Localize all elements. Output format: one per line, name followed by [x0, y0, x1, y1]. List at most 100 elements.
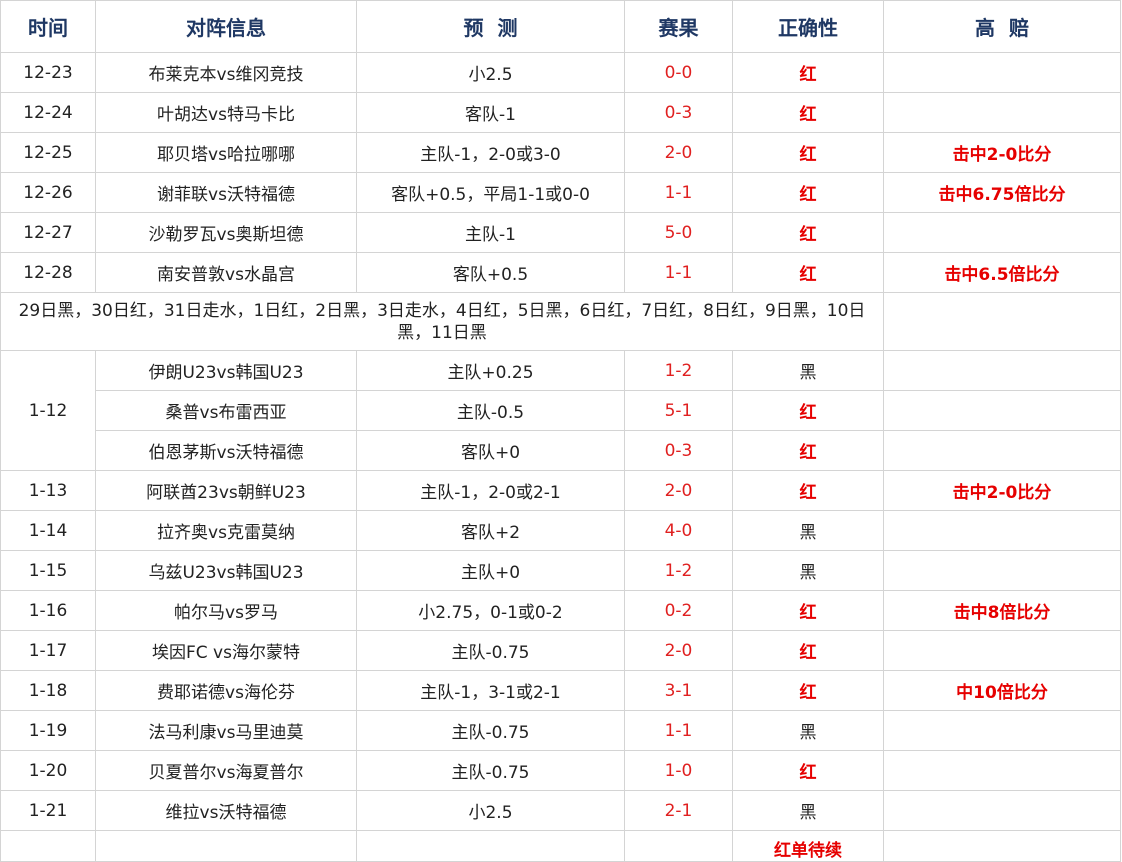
cell-odds: [883, 790, 1121, 831]
cell-odds: 中10倍比分: [883, 670, 1121, 711]
cell-result: 黑: [732, 710, 884, 751]
table-row: 12-27 沙勒罗瓦vs奥斯坦德 主队-1 5-0 红: [0, 212, 1121, 253]
table-row: 12-24 叶胡达vs特马卡比 客队-1 0-3 红: [0, 92, 1121, 133]
cell-prediction: 主队-0.75: [356, 750, 625, 791]
cell-time: 12-26: [0, 172, 96, 213]
cell-prediction: 客队-1: [356, 92, 625, 133]
daily-results-note: 29日黑，30日红，31日走水，1日红，2日黑，3日走水，4日红，5日黑，6日红…: [0, 292, 884, 351]
cell-prediction: 客队+0.5: [356, 252, 625, 293]
cell-odds: [883, 390, 1121, 431]
cell-odds: [883, 510, 1121, 551]
cell-score: 1-0: [624, 750, 733, 791]
cell-prediction: 客队+0: [356, 430, 625, 471]
cell-odds: [883, 292, 1121, 351]
cell-odds: 击中2-0比分: [883, 470, 1121, 511]
cell-time: 1-20: [0, 750, 96, 791]
cell-prediction: 主队-1，2-0或3-0: [356, 132, 625, 173]
cell-prediction: 小2.5: [356, 790, 625, 831]
cell-match: 贝夏普尔vs海夏普尔: [95, 750, 357, 791]
cell-result: 红: [732, 132, 884, 173]
cell-result: 黑: [732, 350, 884, 391]
cell-odds: 击中6.75倍比分: [883, 172, 1121, 213]
cell-time: 1-12: [0, 350, 96, 471]
cell-time: 1-17: [0, 630, 96, 671]
header-odds: 高 赔: [883, 0, 1121, 53]
table-row: 12-23 布莱克本vs维冈竞技 小2.5 0-0 红: [0, 52, 1121, 93]
cell-result: 红: [732, 430, 884, 471]
cell-prediction: 小2.75，0-1或0-2: [356, 590, 625, 631]
cell-odds: [883, 630, 1121, 671]
cell-odds: [883, 430, 1121, 471]
header-row: 时间 对阵信息 预 测 赛果 正确性 高 赔: [0, 0, 1121, 53]
cell-score: 5-0: [624, 212, 733, 253]
cell-score: 1-2: [624, 350, 733, 391]
cell-match: 费耶诺德vs海伦芬: [95, 670, 357, 711]
cell-time: 12-27: [0, 212, 96, 253]
cell-prediction: 主队-1，2-0或2-1: [356, 470, 625, 511]
table-row: 12-28 南安普敦vs水晶宫 客队+0.5 1-1 红 击中6.5倍比分: [0, 252, 1121, 293]
cell-match: 叶胡达vs特马卡比: [95, 92, 357, 133]
cell-result: 黑: [732, 550, 884, 591]
cell-match: 拉齐奥vs克雷莫纳: [95, 510, 357, 551]
cell-time: 1-18: [0, 670, 96, 711]
note-row: 29日黑，30日红，31日走水，1日红，2日黑，3日走水，4日红，5日黑，6日红…: [0, 292, 1121, 351]
cell-time: 1-16: [0, 590, 96, 631]
cell-result: 红: [732, 670, 884, 711]
cell-result: 红: [732, 470, 884, 511]
cell-odds: [883, 710, 1121, 751]
cell-prediction: 主队-1，3-1或2-1: [356, 670, 625, 711]
cell-result: 黑: [732, 510, 884, 551]
cell-odds: [883, 212, 1121, 253]
cell-odds: [883, 830, 1121, 862]
table-row: 1-19 法马利康vs马里迪莫 主队-0.75 1-1 黑: [0, 710, 1121, 751]
table-row: 桑普vs布雷西亚 主队-0.5 5-1 红: [1, 390, 1121, 431]
cell-odds: 击中2-0比分: [883, 132, 1121, 173]
cell-result: 红: [732, 52, 884, 93]
cell-result: 红: [732, 212, 884, 253]
cell-time: 1-15: [0, 550, 96, 591]
header-prediction: 预 测: [356, 0, 625, 53]
cell-result: 黑: [732, 790, 884, 831]
table-row: 12-26 谢菲联vs沃特福德 客队+0.5，平局1-1或0-0 1-1 红 击…: [0, 172, 1121, 213]
cell-score: 3-1: [624, 670, 733, 711]
cell-prediction: 客队+0.5，平局1-1或0-0: [356, 172, 625, 213]
cell-result: 红: [732, 172, 884, 213]
cell-score: 2-0: [624, 470, 733, 511]
cell-match: 法马利康vs马里迪莫: [95, 710, 357, 751]
cell-prediction: 主队-1: [356, 212, 625, 253]
cell-match: 埃因FC vs海尔蒙特: [95, 630, 357, 671]
cell-result: 红: [732, 630, 884, 671]
table-row: 1-12 伊朗U23vs韩国U23 主队+0.25 1-2 黑: [0, 350, 1121, 471]
cell-odds: [883, 550, 1121, 591]
table-row: 1-16 帕尔马vs罗马 小2.75，0-1或0-2 0-2 红 击中8倍比分: [0, 590, 1121, 631]
cell-odds: [883, 350, 1121, 391]
cell-match: 伯恩茅斯vs沃特福德: [95, 430, 357, 471]
table-row: 1-13 阿联酋23vs朝鲜U23 主队-1，2-0或2-1 2-0 红 击中2…: [0, 470, 1121, 511]
cell-result: 红: [732, 590, 884, 631]
header-score: 赛果: [624, 0, 733, 53]
cell-score: 0-2: [624, 590, 733, 631]
cell-odds: [883, 750, 1121, 791]
cell-match: 南安普敦vs水晶宫: [95, 252, 357, 293]
table-row: 1-17 埃因FC vs海尔蒙特 主队-0.75 2-0 红: [0, 630, 1121, 671]
cell-result: 红: [732, 92, 884, 133]
header-time: 时间: [0, 0, 96, 53]
cell-time: [0, 830, 96, 862]
cell-prediction: 主队-0.5: [356, 390, 625, 431]
cell-match: 耶贝塔vs哈拉哪哪: [95, 132, 357, 173]
cell-time: 12-24: [0, 92, 96, 133]
cell-score: 1-2: [624, 550, 733, 591]
cell-prediction: 小2.5: [356, 52, 625, 93]
cell-time: 1-21: [0, 790, 96, 831]
cell-score: 5-1: [624, 390, 733, 431]
cell-match: 乌兹U23vs韩国U23: [95, 550, 357, 591]
cell-match: [95, 830, 357, 862]
cell-score: 1-1: [624, 172, 733, 213]
cell-match: 谢菲联vs沃特福德: [95, 172, 357, 213]
cell-score: 1-1: [624, 710, 733, 751]
cell-match: 帕尔马vs罗马: [95, 590, 357, 631]
cell-time: 12-28: [0, 252, 96, 293]
table-row: 1-20 贝夏普尔vs海夏普尔 主队-0.75 1-0 红: [0, 750, 1121, 791]
cell-match: 沙勒罗瓦vs奥斯坦德: [95, 212, 357, 253]
table-row: 1-18 费耶诺德vs海伦芬 主队-1，3-1或2-1 3-1 红 中10倍比分: [0, 670, 1121, 711]
